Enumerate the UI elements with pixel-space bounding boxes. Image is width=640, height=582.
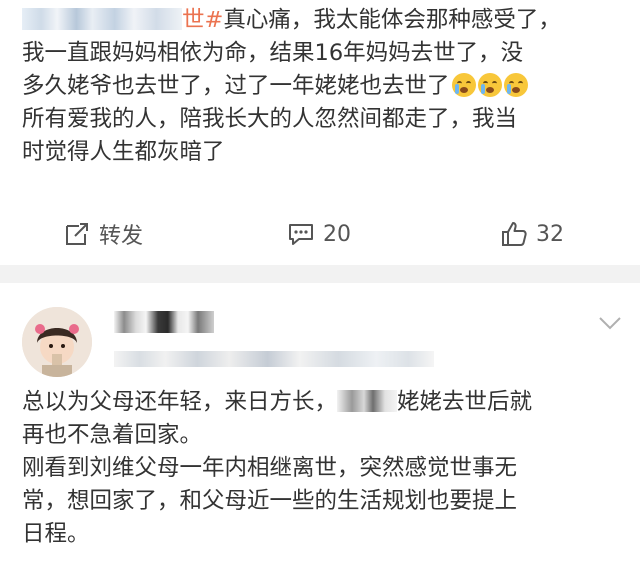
like-button[interactable]: 32 bbox=[500, 212, 564, 256]
comment-text-line3: 刚看到刘维父母一年内相继离世，突然感觉世事无 bbox=[22, 455, 518, 481]
repost-icon bbox=[66, 223, 88, 245]
blurred-mention[interactable] bbox=[22, 8, 182, 30]
comment-card: 总以为父母还年轻，来日方长， 姥姥去世后就 再也不急着回家。 刚看到刘维父母一年内… bbox=[0, 283, 640, 582]
blurred-text bbox=[337, 390, 398, 412]
avatar[interactable] bbox=[22, 307, 92, 377]
comment-count: 20 bbox=[323, 221, 351, 247]
comment-text-line1b: 姥姥去世后就 bbox=[397, 389, 533, 415]
blurred-meta-info bbox=[114, 351, 434, 367]
comment-text-line1a: 总以为父母还年轻，来日方长， bbox=[22, 389, 338, 415]
crying-emoji-icon bbox=[477, 73, 502, 97]
comment-button[interactable]: 20 bbox=[287, 212, 351, 256]
comment-text-line5: 日程。 bbox=[22, 521, 90, 547]
post-text-line2: 我一直跟妈妈相依为命，结果16年妈妈去世了，没 bbox=[22, 40, 524, 66]
crying-emoji-icon bbox=[451, 73, 476, 97]
feed-separator bbox=[0, 265, 640, 283]
post-action-bar: 转发 20 32 bbox=[0, 212, 640, 256]
crying-emoji-icon bbox=[503, 73, 528, 97]
like-count: 32 bbox=[536, 221, 564, 247]
repost-label: 转发 bbox=[99, 224, 144, 249]
chevron-down-icon[interactable] bbox=[598, 315, 622, 331]
comment-icon bbox=[289, 224, 313, 245]
post-text-line5: 时觉得人生都灰暗了 bbox=[22, 139, 225, 165]
comment-text-line2: 再也不急着回家。 bbox=[22, 422, 203, 448]
post-text-line4: 所有爱我的人，陪我长大的人忽然间都走了，我当 bbox=[22, 106, 518, 132]
comment-text: 总以为父母还年轻，来日方长， 姥姥去世后就 再也不急着回家。 刚看到刘维父母一年内… bbox=[22, 386, 626, 551]
post-text-line3: 多久姥爷也去世了，过了一年姥姥也去世了 bbox=[22, 73, 450, 99]
topic-hashtag[interactable]: 世# bbox=[182, 7, 223, 33]
post-text-line1: 真心痛，我太能体会那种感受了， bbox=[223, 7, 561, 33]
post-text: 世#真心痛，我太能体会那种感受了， 我一直跟妈妈相依为命，结果16年妈妈去世了，… bbox=[22, 4, 626, 169]
avatar-image-icon bbox=[22, 307, 92, 377]
thumbs-up-icon bbox=[502, 222, 527, 246]
repost-button[interactable]: 转发 bbox=[63, 212, 143, 256]
weibo-post: 世#真心痛，我太能体会那种感受了， 我一直跟妈妈相依为命，结果16年妈妈去世了，… bbox=[0, 0, 640, 265]
blurred-username[interactable] bbox=[114, 311, 214, 333]
comment-text-line4: 常，想回家了，和父母近一些的生活规划也要提上 bbox=[22, 488, 518, 514]
